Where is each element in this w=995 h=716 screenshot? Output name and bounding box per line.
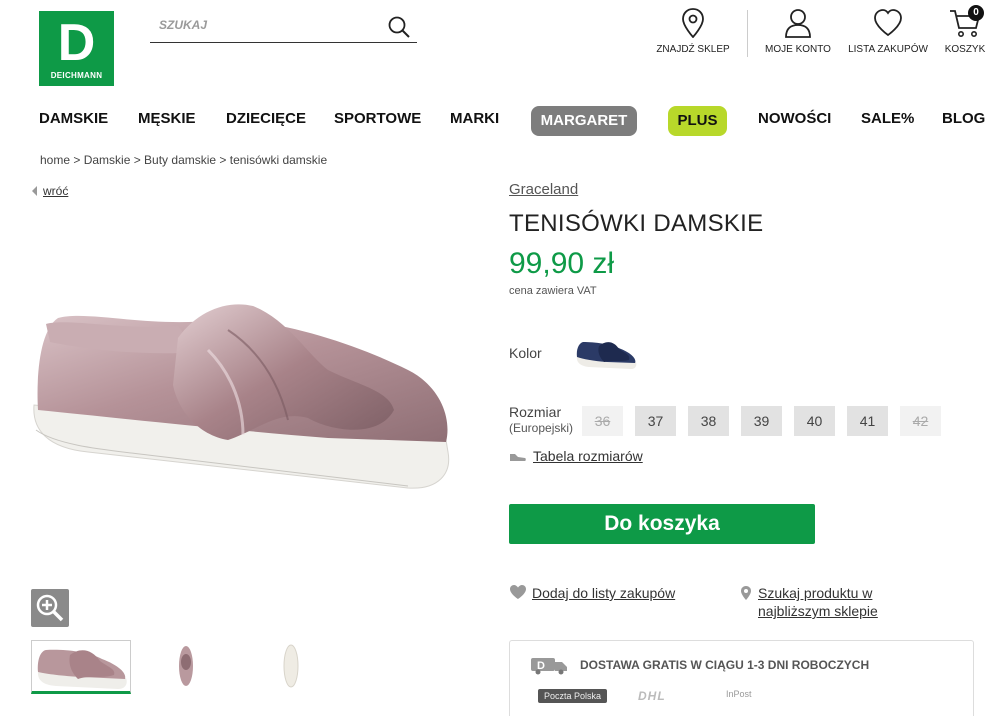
delivery-text: DOSTAWA GRATIS W CIĄGU 1-3 DNI ROBOCZYCH <box>580 658 870 672</box>
map-pin-icon <box>682 8 704 38</box>
product-image <box>33 304 450 489</box>
add-to-wishlist-label: Dodaj do listy zakupów <box>532 585 676 601</box>
cart-count-badge: 0 <box>968 5 984 21</box>
nav-item-dzieciece[interactable]: DZIECIĘCE <box>226 110 306 127</box>
size-option-38[interactable]: 38 <box>688 406 729 436</box>
thumbnail-side[interactable] <box>31 640 131 694</box>
location-icon <box>741 586 751 600</box>
back-link[interactable]: wróć <box>32 184 68 198</box>
delivery-truck-icon: D <box>531 658 567 675</box>
deichmann-logo[interactable]: D DEICHMANN <box>39 11 114 86</box>
search-icon[interactable] <box>387 15 411 39</box>
search-input[interactable] <box>159 18 379 32</box>
nav-item-margaret[interactable]: MARGARET <box>531 106 637 136</box>
carrier-inpost: InPost <box>726 689 752 699</box>
carrier-dhl: DHL <box>638 689 666 703</box>
size-option-37[interactable]: 37 <box>635 406 676 436</box>
shoe-measure-icon <box>510 454 526 461</box>
account-link[interactable]: MOJE KONTO <box>764 8 832 55</box>
cart-label: KOSZYK <box>944 44 986 55</box>
size-option-40[interactable]: 40 <box>794 406 835 436</box>
nav-item-plus[interactable]: PLUS <box>668 106 727 136</box>
add-to-wishlist-link[interactable]: Dodaj do listy zakupów <box>509 584 675 601</box>
nav-item-sportowe[interactable]: SPORTOWE <box>334 110 421 127</box>
product-price: 99,90 zł <box>509 247 615 280</box>
breadcrumb[interactable]: home > Damskie > Buty damskie > tenisówk… <box>40 153 327 167</box>
user-icon <box>785 9 811 38</box>
find-store-link[interactable]: ZNAJDŹ SKLEP <box>655 8 731 55</box>
zoom-in-icon <box>36 594 64 622</box>
find-store-label: ZNAJDŹ SKLEP <box>656 44 730 55</box>
color-swatch-navy[interactable] <box>573 336 639 372</box>
size-label: Rozmiar (Europejski) <box>509 405 573 436</box>
nav-item-sale[interactable]: SALE% <box>861 110 914 127</box>
logo-letter: D <box>57 14 96 72</box>
product-brand-link[interactable]: Graceland <box>509 181 578 198</box>
size-option-39[interactable]: 39 <box>741 406 782 436</box>
zoom-button[interactable] <box>31 589 69 627</box>
size-table-label: Tabela rozmiarów <box>533 448 643 464</box>
add-to-cart-button[interactable]: Do koszyka <box>509 504 815 544</box>
find-in-store-label: Szukaj produktu w najbliższym sklepie <box>758 585 878 619</box>
size-option-36: 36 <box>582 406 623 436</box>
nav-item-nowosci[interactable]: NOWOŚCI <box>758 110 831 127</box>
vat-note: cena zawiera VAT <box>509 285 597 297</box>
find-in-store-link[interactable]: Szukaj produktu w najbliższym sklepie <box>740 584 898 620</box>
size-option-41[interactable]: 41 <box>847 406 888 436</box>
product-title: TENISÓWKI DAMSKIE <box>509 210 764 237</box>
header-divider <box>747 10 748 57</box>
main-nav: DAMSKIE MĘSKIE DZIECIĘCE SPORTOWE MARKI … <box>0 104 995 138</box>
wishlist-label: LISTA ZAKUPÓW <box>848 44 928 55</box>
heart-icon <box>874 9 902 37</box>
size-label-sub: (Europejski) <box>509 421 574 435</box>
back-label: wróć <box>43 184 69 198</box>
thumbnail-top[interactable] <box>141 640 241 694</box>
size-table-link[interactable]: Tabela rozmiarów <box>509 448 643 464</box>
heart-filled-icon <box>510 585 526 599</box>
carrier-poczta-polska: Poczta Polska <box>538 689 608 703</box>
size-option-42: 42 <box>900 406 941 436</box>
search-bar <box>150 12 417 43</box>
nav-item-blog[interactable]: BLOG <box>942 110 985 127</box>
thumbnail-sole[interactable] <box>251 640 351 694</box>
color-label: Kolor <box>509 345 542 361</box>
nav-item-meskie[interactable]: MĘSKIE <box>138 110 196 127</box>
nav-item-marki[interactable]: MARKI <box>450 110 499 127</box>
size-label-text: Rozmiar <box>509 404 562 420</box>
account-label: MOJE KONTO <box>765 44 831 55</box>
back-arrow-icon <box>32 186 37 196</box>
logo-brand-text: DEICHMANN <box>50 71 103 80</box>
delivery-info-box: D DOSTAWA GRATIS W CIĄGU 1-3 DNI ROBOCZY… <box>509 640 974 716</box>
wishlist-link[interactable]: LISTA ZAKUPÓW <box>847 8 929 55</box>
nav-item-damskie[interactable]: DAMSKIE <box>39 110 108 127</box>
